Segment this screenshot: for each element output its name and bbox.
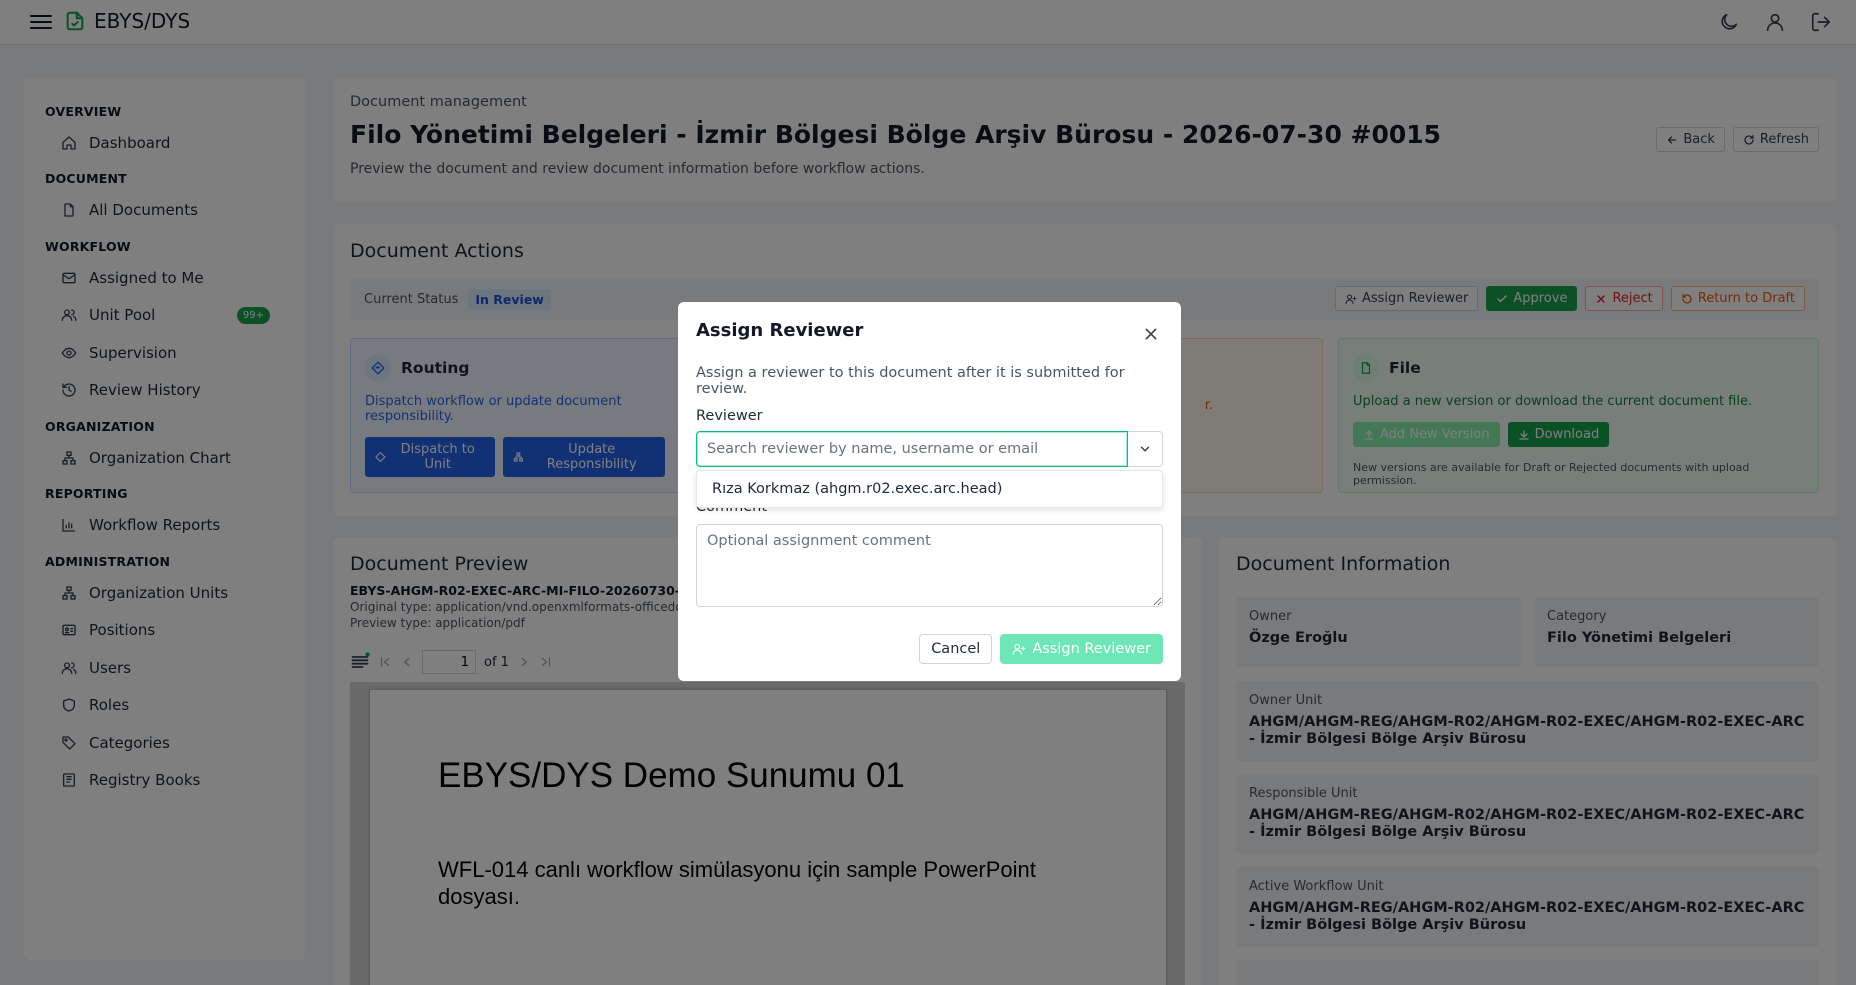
reviewer-dropdown-toggle[interactable] (1128, 431, 1163, 467)
dialog-title: Assign Reviewer (696, 320, 864, 341)
dialog-description: Assign a reviewer to this document after… (696, 365, 1125, 397)
close-icon[interactable] (1143, 326, 1159, 342)
cancel-button[interactable]: Cancel (919, 634, 993, 664)
comment-textarea[interactable] (696, 524, 1163, 607)
assign-reviewer-dialog: Assign Reviewer Assign a reviewer to thi… (678, 302, 1181, 681)
reviewer-search-input[interactable] (696, 431, 1128, 467)
reviewer-label: Reviewer (696, 408, 763, 424)
assign-reviewer-submit-button[interactable]: Assign Reviewer (1000, 634, 1163, 664)
assign-reviewer-submit-label: Assign Reviewer (1032, 641, 1151, 657)
chevron-down-icon (1140, 446, 1150, 452)
reviewer-combobox (696, 431, 1163, 467)
user-plus-icon (1012, 643, 1026, 655)
reviewer-option[interactable]: Rıza Korkmaz (ahgm.r02.exec.arc.head) (696, 470, 1163, 508)
